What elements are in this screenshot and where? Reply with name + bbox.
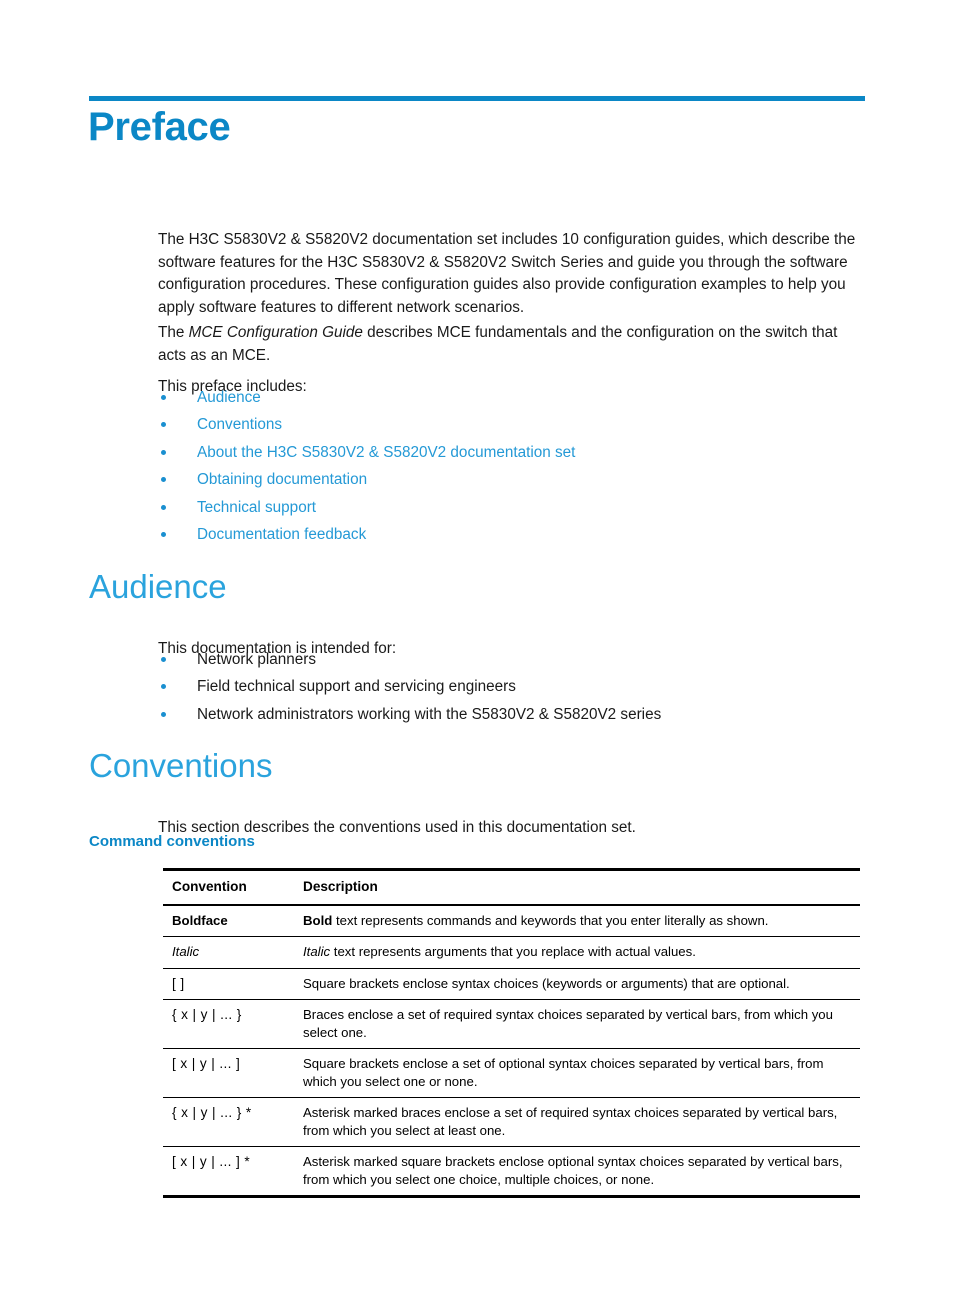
table-row: Italic Italic text represents arguments … (163, 937, 860, 969)
audience-list: Network planners Field technical support… (158, 650, 868, 732)
conventions-intro: This section describes the conventions u… (158, 819, 636, 837)
table-row: [ ] Square brackets enclose syntax choic… (163, 968, 860, 1000)
bullet-icon (161, 711, 166, 717)
mce-guide-title: MCE Configuration Guide (188, 324, 363, 342)
column-header-convention: Convention (172, 879, 247, 894)
audience-item-label: Network planners (197, 651, 317, 668)
bullet-icon (161, 449, 166, 455)
intro-paragraph: The H3C S5830V2 & S5820V2 documentation … (158, 231, 856, 317)
column-header-description: Description (303, 879, 378, 894)
description-rest: text represents commands and keywords th… (332, 912, 769, 928)
preface-link[interactable]: About the H3C S5830V2 & S5820V2 document… (197, 444, 575, 461)
preface-link-list: Audience Conventions About the H3C S5830… (158, 388, 868, 552)
bullet-icon (161, 422, 166, 428)
list-item: Field technical support and servicing en… (158, 677, 868, 704)
cell-description: Asterisk marked square brackets enclose … (303, 1154, 843, 1187)
cell-description: Braces enclose a set of required syntax … (303, 1007, 833, 1040)
table-header-row: Convention Description (163, 869, 860, 905)
table-row: [ x | y | ... ] Square brackets enclose … (163, 1049, 860, 1098)
table-header: Convention Description (163, 869, 860, 905)
mce-paragraph: The MCE Configuration Guide describes MC… (158, 322, 866, 367)
list-item[interactable]: Obtaining documentation (158, 470, 868, 497)
cell-convention: [ ] (172, 975, 185, 991)
preface-link[interactable]: Technical support (197, 499, 316, 516)
list-item: Network planners (158, 650, 868, 677)
bullet-icon (161, 657, 166, 662)
title-rule (89, 96, 865, 101)
bullet-icon (161, 531, 166, 537)
bullet-icon (161, 395, 166, 400)
cell-convention: [ x | y | ... ] (172, 1056, 241, 1071)
cell-convention: { x | y | ... } (172, 1007, 242, 1022)
bullet-icon (161, 504, 166, 510)
description-rest: text represents arguments that you repla… (330, 944, 696, 959)
list-item[interactable]: Conventions (158, 415, 868, 442)
bullet-icon (161, 684, 166, 690)
table-row: [ x | y | ... ] * Asterisk marked square… (163, 1147, 860, 1197)
description-lead: Italic (303, 944, 331, 959)
table-row: { x | y | ... } Braces enclose a set of … (163, 1000, 860, 1049)
table-body: Boldface Bold text represents commands a… (163, 905, 860, 1197)
document-page: Preface The H3C S5830V2 & S5820V2 docume… (0, 0, 954, 1296)
cell-description: Italic text represents arguments that yo… (294, 937, 860, 969)
cell-convention: Italic (172, 944, 200, 959)
list-item: Network administrators working with the … (158, 705, 868, 732)
cell-description: Asterisk marked braces enclose a set of … (303, 1105, 838, 1138)
cell-convention: { x | y | ... } * (172, 1105, 252, 1120)
description-lead: Bold (303, 912, 333, 928)
list-item[interactable]: Audience (158, 388, 868, 415)
section-heading-audience: Audience (89, 568, 227, 605)
audience-item-label: Network administrators working with the … (197, 705, 662, 723)
preface-link[interactable]: Obtaining documentation (197, 471, 367, 488)
cell-description: Square brackets enclose a set of optiona… (303, 1056, 824, 1089)
mce-paragraph-prefix: The (158, 324, 189, 342)
subsection-heading-command-conventions: Command conventions (89, 833, 255, 850)
page-title: Preface (88, 105, 231, 149)
table-row: { x | y | ... } * Asterisk marked braces… (163, 1098, 860, 1147)
audience-item-label: Field technical support and servicing en… (197, 678, 516, 696)
preface-link[interactable]: Conventions (197, 416, 282, 433)
cell-convention: Boldface (172, 912, 228, 928)
cell-convention: [ x | y | ... ] * (172, 1154, 251, 1169)
preface-link[interactable]: Audience (197, 389, 261, 406)
list-item[interactable]: Technical support (158, 498, 868, 525)
cell-description: Square brackets enclose syntax choices (… (303, 975, 790, 991)
preface-link[interactable]: Documentation feedback (197, 526, 366, 543)
section-heading-conventions: Conventions (89, 747, 273, 784)
table-row: Boldface Bold text represents commands a… (163, 905, 860, 937)
cell-description: Bold text represents commands and keywor… (294, 905, 860, 937)
list-item[interactable]: Documentation feedback (158, 525, 868, 552)
command-conventions-table: Convention Description Boldface Bold tex… (163, 868, 860, 1198)
bullet-icon (161, 477, 166, 483)
list-item[interactable]: About the H3C S5830V2 & S5820V2 document… (158, 443, 868, 470)
